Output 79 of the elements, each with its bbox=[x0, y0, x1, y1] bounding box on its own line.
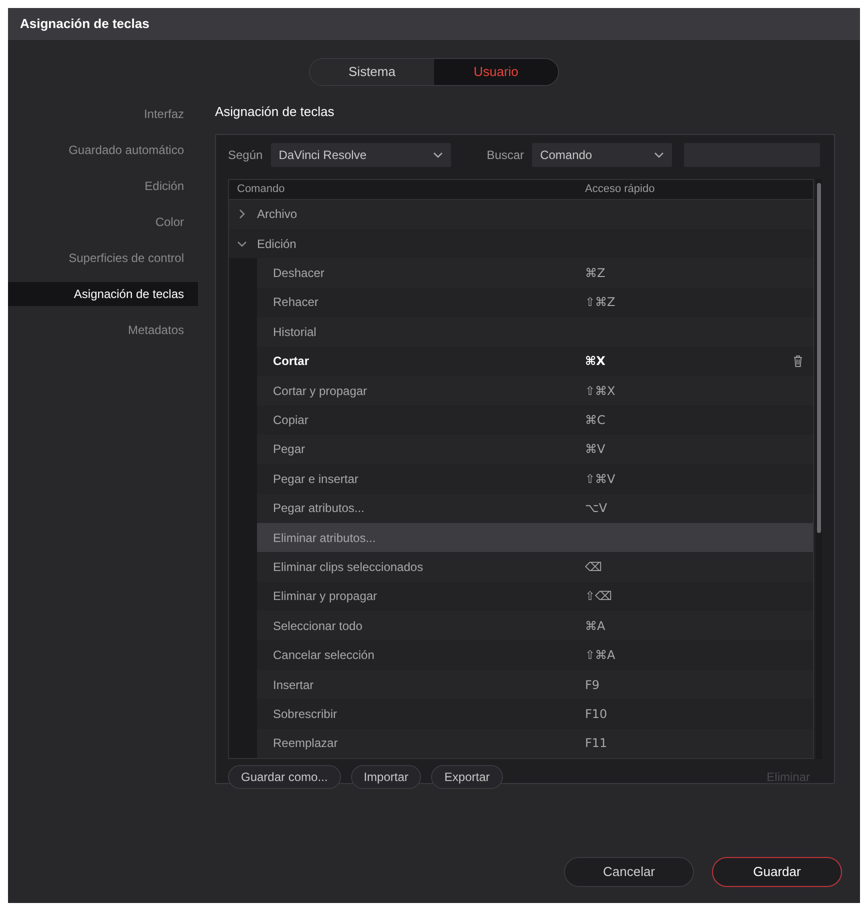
table-cell-text: ⇧⌘Z bbox=[585, 294, 616, 312]
table-cell-text: Eliminar y propagar bbox=[272, 588, 378, 606]
table-cell-text: ⇧⌘X bbox=[585, 382, 616, 400]
table-row[interactable]: Cancelar selección ⇧⌘A bbox=[257, 640, 813, 670]
table-cell-text: Cancelar selección bbox=[272, 647, 376, 664]
chevron-down-icon bbox=[654, 152, 664, 158]
table-cell-text: ⌫ bbox=[585, 558, 603, 576]
chevron-down-icon bbox=[432, 152, 443, 158]
sidebar-item[interactable]: Superficies de control bbox=[8, 246, 198, 270]
table-cell-text: Reemplazar bbox=[272, 735, 339, 752]
table-cell-text: Pegar bbox=[272, 441, 306, 458]
table-cell-text: Rehacer bbox=[272, 294, 320, 312]
table-cell-text: Cortar bbox=[272, 353, 310, 370]
table-cell-text: F10 bbox=[585, 706, 608, 723]
preset-label: Según bbox=[228, 147, 263, 164]
panel-button[interactable]: Importar bbox=[350, 765, 422, 789]
cancel-button[interactable]: Cancelar bbox=[564, 857, 694, 887]
table-cell-text: Deshacer bbox=[272, 265, 326, 282]
save-button[interactable]: Guardar bbox=[712, 857, 842, 887]
column-header: Acceso rápido bbox=[585, 182, 655, 198]
table-row[interactable]: Pegar ⌘V bbox=[257, 434, 813, 464]
sidebar-item[interactable]: Asignación de teclas bbox=[8, 282, 198, 306]
table-cell-text: Eliminar atributos... bbox=[272, 530, 377, 547]
table-row[interactable]: Insertar F9 bbox=[257, 670, 813, 700]
sidebar-item[interactable]: Metadatos bbox=[8, 318, 198, 342]
table-row[interactable]: Cortar y propagar ⇧⌘X bbox=[257, 376, 813, 406]
table-cell-text: ⌘A bbox=[585, 618, 606, 635]
table-row[interactable]: Sobrescribir F10 bbox=[257, 699, 813, 729]
table-cell-text: ⌘X bbox=[585, 353, 606, 370]
table-row[interactable]: Eliminar atributos... bbox=[257, 522, 813, 552]
table-row[interactable]: Deshacer ⌘Z bbox=[257, 258, 813, 288]
table-cell-text: ⌘Z bbox=[585, 265, 606, 282]
search-label: Buscar bbox=[486, 147, 524, 164]
preset-dropdown[interactable]: DaVinci Resolve bbox=[270, 143, 451, 167]
tree-row-label: Archivo bbox=[257, 206, 298, 224]
panel-button[interactable]: Exportar bbox=[431, 765, 503, 789]
sidebar-item[interactable]: Color bbox=[8, 210, 198, 234]
table-cell-text: Pegar atributos... bbox=[272, 500, 366, 518]
scrollbar[interactable] bbox=[816, 179, 822, 759]
table-row[interactable]: Eliminar clips seleccionados ⌫ bbox=[257, 552, 813, 582]
table-cell-text: Seleccionar todo bbox=[272, 618, 364, 635]
table-row[interactable]: Pegar atributos... ⌥V bbox=[257, 494, 813, 523]
table-cell-text: Cortar y propagar bbox=[272, 382, 368, 400]
table-cell-text: ⌥V bbox=[585, 500, 608, 518]
tree-row[interactable]: Archivo bbox=[229, 200, 813, 229]
table-cell-text: ⌘C bbox=[585, 412, 606, 430]
search-dropdown[interactable]: Comando bbox=[532, 143, 672, 167]
table-cell-text: ⌘V bbox=[585, 441, 606, 458]
window-title: Asignación de teclas bbox=[20, 15, 150, 34]
tab[interactable]: Sistema bbox=[310, 59, 434, 85]
table-cell-text: F9 bbox=[585, 676, 601, 694]
panel-title: Asignación de teclas bbox=[215, 103, 336, 121]
table-cell-text: ⇧⌘A bbox=[585, 647, 616, 664]
table-cell-text: ⇧⌫ bbox=[585, 588, 614, 606]
tree-row-label: Edición bbox=[257, 236, 296, 253]
table-cell-text: Pegar e insertar bbox=[272, 470, 360, 488]
table-row[interactable]: Pegar e insertar ⇧⌘V bbox=[257, 464, 813, 494]
table-cell-text: Sobrescribir bbox=[272, 706, 338, 723]
table-row[interactable]: Seleccionar todo ⌘A bbox=[257, 611, 813, 640]
tab[interactable]: Usuario bbox=[434, 59, 558, 85]
table-cell-text: F11 bbox=[585, 735, 608, 752]
table-cell-text: Historial bbox=[272, 324, 318, 341]
sidebar-item[interactable]: Edición bbox=[8, 174, 198, 198]
panel-button[interactable]: Guardar como... bbox=[228, 765, 341, 789]
table-cell-text: Copiar bbox=[272, 412, 310, 430]
table-row[interactable]: Reemplazar F11 bbox=[257, 728, 813, 758]
table-row[interactable]: Rehacer ⇧⌘Z bbox=[257, 288, 813, 318]
table-row[interactable]: Cortar ⌘X bbox=[257, 346, 813, 376]
table-cell-text: ⇧⌘V bbox=[585, 470, 616, 488]
sidebar-item[interactable]: Guardado automático bbox=[8, 138, 198, 162]
table-cell-text: Insertar bbox=[272, 676, 315, 694]
sidebar-item[interactable]: Interfaz bbox=[8, 102, 198, 126]
table-row[interactable]: Eliminar y propagar ⇧⌫ bbox=[257, 582, 813, 612]
tree-row[interactable]: Edición bbox=[229, 229, 813, 258]
table-row[interactable]: Historial bbox=[257, 317, 813, 347]
table-row[interactable]: Copiar ⌘C bbox=[257, 405, 813, 435]
column-header: Comando bbox=[236, 182, 286, 198]
trash-icon[interactable] bbox=[793, 355, 803, 368]
table-cell-text: Eliminar clips seleccionados bbox=[272, 558, 424, 576]
